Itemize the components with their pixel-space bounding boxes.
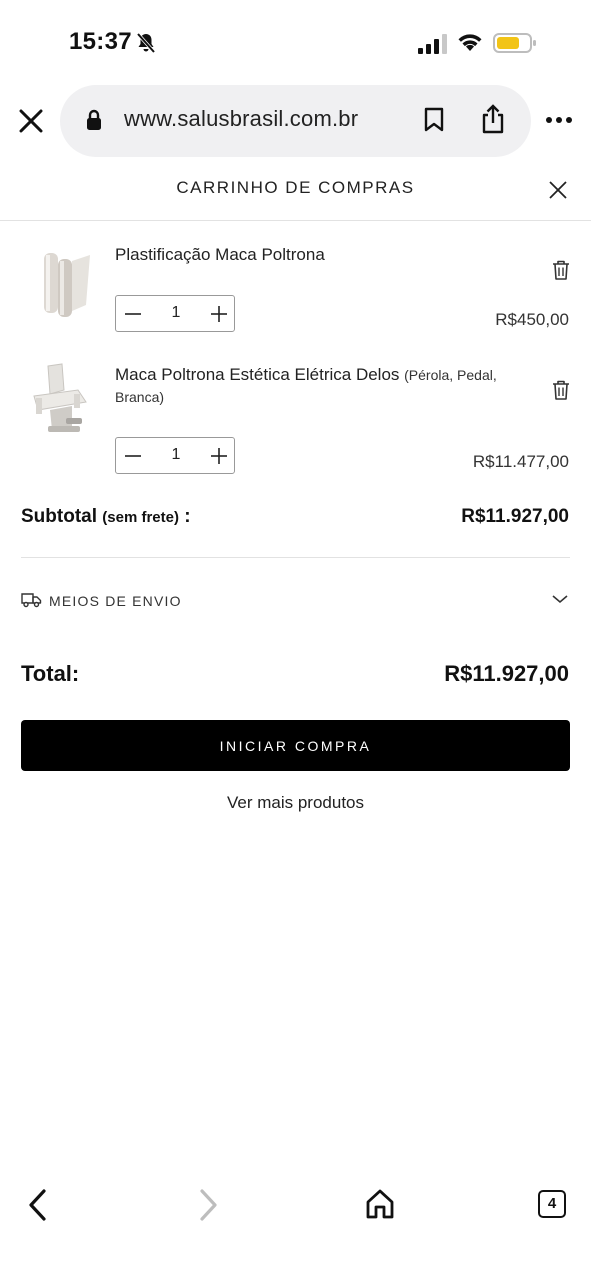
quantity-value[interactable]: 1 <box>166 304 186 322</box>
subtotal-value: R$11.927,00 <box>461 506 569 527</box>
tabs-button[interactable]: 4 <box>538 1190 566 1218</box>
item-name[interactable]: Maca Poltrona Estética Elétrica Delos (P… <box>115 364 515 408</box>
bookmark-icon[interactable] <box>423 107 445 133</box>
truck-icon <box>21 593 42 608</box>
increase-quantity-button[interactable] <box>209 304 229 324</box>
shipping-label: MEIOS DE ENVIO <box>49 593 182 609</box>
subtotal-colon: : <box>178 506 191 527</box>
trash-icon[interactable] <box>551 379 571 401</box>
close-cart-icon[interactable] <box>546 178 570 202</box>
total-value: R$11.927,00 <box>444 661 569 686</box>
item-name[interactable]: Plastificação Maca Poltrona <box>115 244 515 266</box>
total-label: Total: <box>21 661 80 686</box>
bell-off-icon <box>136 32 156 54</box>
decrease-quantity-button[interactable] <box>123 446 143 466</box>
divider <box>21 557 570 558</box>
forward-icon[interactable] <box>196 1188 220 1222</box>
item-name-text: Plastificação Maca Poltrona <box>115 245 325 264</box>
product-image-plastificacao[interactable] <box>28 245 94 325</box>
more-products-link[interactable]: Ver mais produtos <box>0 793 591 813</box>
share-icon[interactable] <box>480 104 506 134</box>
subtotal-label: Subtotal (sem frete) : <box>21 506 191 528</box>
quantity-stepper: 1 <box>115 437 235 474</box>
back-icon[interactable] <box>26 1188 50 1222</box>
subtotal-note: (sem frete) <box>102 509 179 526</box>
more-options-icon[interactable] <box>546 116 572 124</box>
shipping-options-toggle[interactable]: MEIOS DE ENVIO <box>21 586 570 616</box>
home-icon[interactable] <box>365 1188 395 1220</box>
divider <box>0 220 591 221</box>
subtotal-label-text: Subtotal <box>21 506 97 527</box>
decrease-quantity-button[interactable] <box>123 304 143 324</box>
quantity-stepper: 1 <box>115 295 235 332</box>
wifi-icon <box>458 34 482 51</box>
cart-title: CARRINHO DE COMPRAS <box>176 178 415 197</box>
quantity-value[interactable]: 1 <box>166 446 186 464</box>
status-time: 15:37 <box>69 28 132 55</box>
battery-icon <box>493 33 536 53</box>
status-bar: 15:37 <box>0 0 591 80</box>
trash-icon[interactable] <box>551 259 571 281</box>
product-image-maca-poltrona[interactable] <box>28 360 94 440</box>
signal-icon <box>418 34 447 54</box>
item-price: R$11.477,00 <box>472 452 569 471</box>
checkout-button[interactable]: INICIAR COMPRA <box>21 720 570 771</box>
lock-icon <box>87 109 101 130</box>
increase-quantity-button[interactable] <box>209 446 229 466</box>
url-text[interactable]: www.salusbrasil.com.br <box>124 106 358 132</box>
close-tab-icon[interactable] <box>16 106 46 136</box>
item-price: R$450,00 <box>495 310 569 329</box>
item-name-text: Maca Poltrona Estética Elétrica Delos <box>115 365 400 384</box>
chevron-down-icon[interactable] <box>552 594 568 604</box>
